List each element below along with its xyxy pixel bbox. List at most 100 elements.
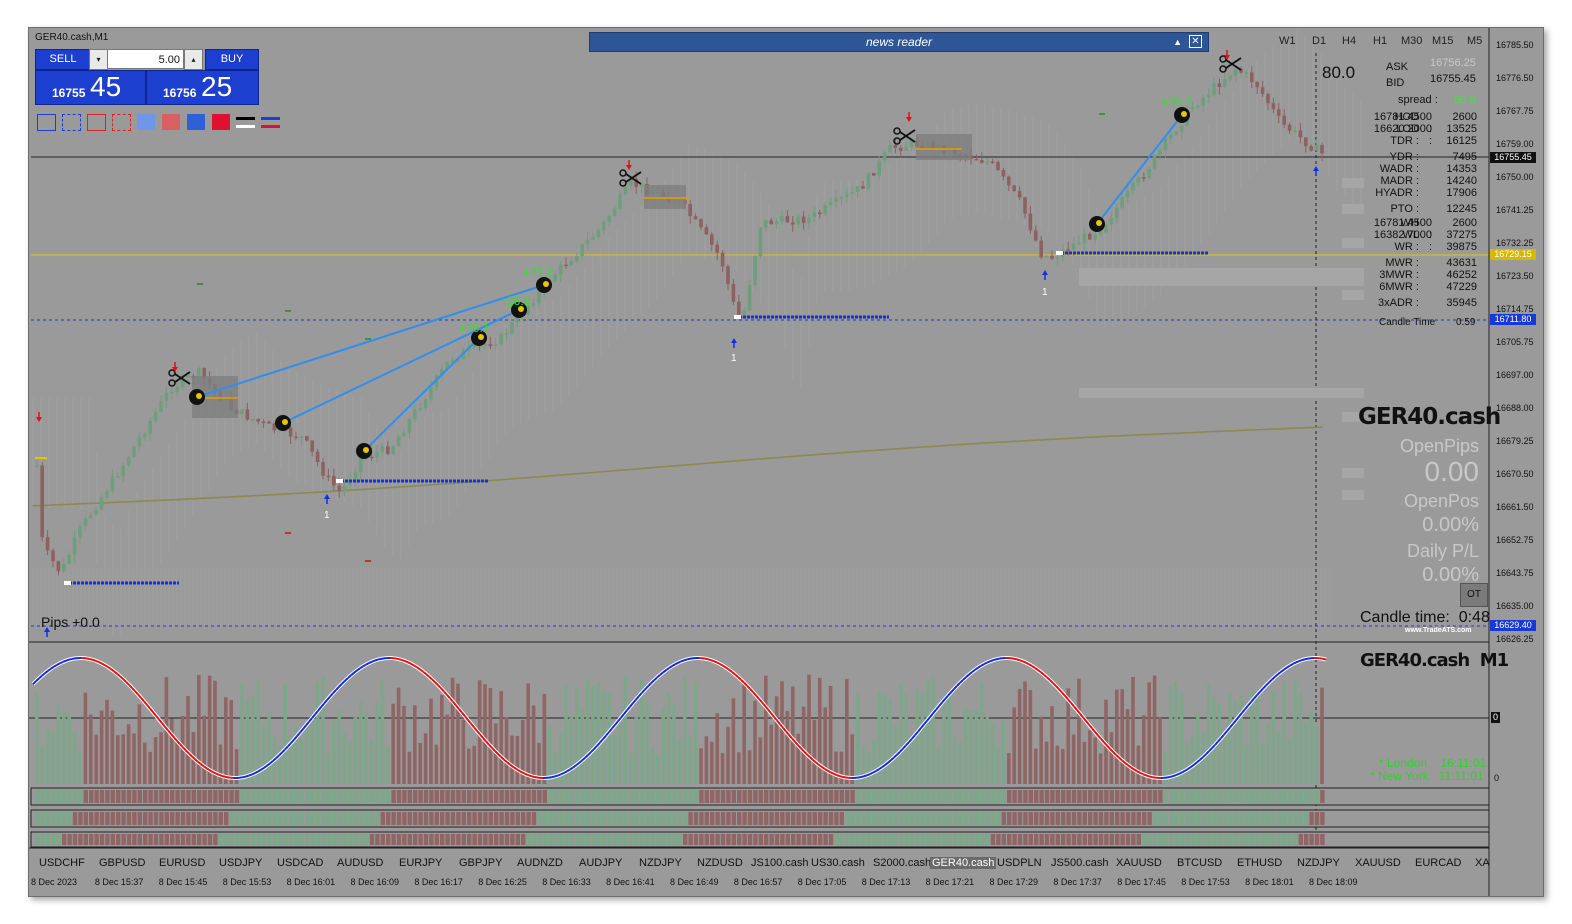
news-reader-bar[interactable]: news reader ▲ ✕ — [589, 32, 1209, 52]
strip-bar — [1185, 812, 1190, 825]
strip-bar — [596, 790, 601, 803]
fill-lightblue-icon[interactable] — [137, 114, 155, 130]
symbol-tab[interactable]: AUDUSD — [337, 857, 383, 869]
symbol-tab[interactable]: EURCAD — [1415, 857, 1461, 869]
rect-tool-dashed-icon[interactable] — [62, 114, 81, 131]
fill-red-icon[interactable] — [212, 114, 230, 130]
candle-body — [980, 160, 984, 163]
symbol-tab[interactable]: NZDUSD — [697, 857, 743, 869]
candle-body — [715, 244, 719, 253]
down-arrow-icon — [626, 165, 632, 170]
candle-body — [245, 409, 250, 420]
symbol-tab[interactable]: JS100.cash — [751, 857, 808, 869]
symbol-tab[interactable]: US30.cash — [811, 857, 865, 869]
lot-decrease-button[interactable]: ▾ — [89, 49, 108, 70]
symbol-tab[interactable]: GBPUSD — [99, 857, 145, 869]
strip-bar — [1282, 790, 1287, 803]
candle-body — [1023, 197, 1027, 214]
symbol-tab[interactable]: EURUSD — [159, 857, 205, 869]
symbol-tab[interactable]: EURJPY — [399, 857, 442, 869]
oscillator-line — [377, 657, 382, 661]
symbol-tab[interactable]: GBPJPY — [459, 857, 502, 869]
symbol-tab[interactable]: USDJPY — [219, 857, 262, 869]
strip-bar — [780, 790, 785, 803]
strip-bar — [407, 790, 412, 803]
fill-lightred-icon[interactable] — [162, 114, 180, 130]
line-black-white-icon[interactable] — [236, 114, 255, 130]
candle-body — [796, 216, 800, 225]
strip-bar — [575, 790, 580, 803]
strip-bar — [148, 790, 153, 803]
symbol-tab[interactable]: S2000.cash — [873, 857, 931, 869]
fill-blue-icon[interactable] — [187, 114, 205, 130]
symbol-tab[interactable]: GER40.cash — [930, 857, 997, 869]
histogram-bar — [1190, 734, 1195, 784]
timeframe-w1[interactable]: W1 — [1279, 35, 1296, 47]
buy-price-box[interactable]: 16756 25 — [146, 70, 259, 105]
symbol-tab[interactable]: JS500.cash — [1051, 857, 1108, 869]
strip-bar — [893, 834, 898, 845]
ot-button[interactable]: OT — [1460, 583, 1488, 607]
timeframe-m30[interactable]: M30 — [1401, 35, 1422, 47]
histogram-bar — [267, 712, 271, 784]
strip-bar — [931, 834, 936, 845]
symbol-tab[interactable]: NZDJPY — [1297, 857, 1340, 869]
symbol-tab[interactable]: USDCAD — [277, 857, 323, 869]
histogram-bar — [931, 677, 935, 784]
strip-bar — [418, 812, 423, 825]
lot-size-input[interactable] — [107, 49, 184, 69]
buy-button[interactable]: BUY — [205, 49, 259, 70]
timeframe-h1[interactable]: H1 — [1373, 35, 1387, 47]
oscillator-line — [407, 661, 412, 665]
symbol-tab[interactable]: USDPLN — [997, 857, 1042, 869]
chart-canvas[interactable] — [29, 28, 1543, 896]
strip-bar — [1266, 790, 1271, 803]
symbol-tab[interactable]: NZDJPY — [639, 857, 682, 869]
strip-bar — [267, 790, 272, 803]
close-icon[interactable]: ✕ — [1189, 35, 1202, 48]
symbol-tab[interactable]: AUDJPY — [579, 857, 622, 869]
rect-tool-red-icon[interactable] — [87, 114, 106, 131]
symbol-tab[interactable]: XAUUSD — [1116, 857, 1162, 869]
candle-body — [294, 436, 298, 439]
strip-bar — [1125, 812, 1131, 825]
timeframe-h4[interactable]: H4 — [1342, 35, 1356, 47]
strip-bar — [240, 790, 245, 803]
strip-bar — [467, 790, 472, 803]
strip-bar — [488, 834, 493, 845]
info-row-label: HYADR : — [1375, 187, 1419, 199]
symbol-tab[interactable]: XA — [1475, 857, 1490, 869]
candle-body — [1293, 130, 1297, 132]
line-blue-red-icon[interactable] — [261, 114, 280, 130]
strip-bar — [764, 790, 769, 803]
strip-bar — [942, 834, 947, 845]
timeframe-m5[interactable]: M5 — [1467, 35, 1482, 47]
candle-body — [423, 399, 428, 408]
timeframe-d1[interactable]: D1 — [1312, 35, 1326, 47]
symbol-tab[interactable]: USDCHF — [39, 857, 85, 869]
candle-body — [1136, 177, 1141, 183]
timeframe-m15[interactable]: M15 — [1432, 35, 1453, 47]
symbol-tab[interactable]: XAUUSD — [1355, 857, 1401, 869]
strip-bar — [245, 812, 250, 825]
signal-count-label: 1 — [1042, 287, 1048, 298]
sell-price-box[interactable]: 16755 45 — [35, 70, 146, 105]
strip-bar — [105, 834, 110, 845]
strip-bar — [153, 834, 159, 845]
strip-bar — [1077, 834, 1082, 845]
rect-tool-red-dashed-icon[interactable] — [112, 114, 131, 131]
strip-bar — [531, 790, 537, 803]
symbol-tab[interactable]: BTCUSD — [1177, 857, 1222, 869]
symbol-tab[interactable]: AUDNZD — [517, 857, 563, 869]
time-axis-label: 8 Dec 16:49 — [670, 877, 719, 887]
rect-tool-solid-icon[interactable] — [37, 114, 56, 131]
lot-increase-button[interactable]: ▴ — [184, 49, 203, 70]
strip-bar — [310, 834, 315, 845]
trade-marker-dot — [196, 393, 202, 399]
candle-body — [985, 161, 989, 163]
strip-bar — [893, 790, 898, 803]
symbol-tab[interactable]: ETHUSD — [1237, 857, 1282, 869]
sell-button[interactable]: SELL — [35, 49, 91, 70]
collapse-icon[interactable]: ▲ — [1173, 33, 1182, 51]
strip-bar — [35, 812, 40, 825]
